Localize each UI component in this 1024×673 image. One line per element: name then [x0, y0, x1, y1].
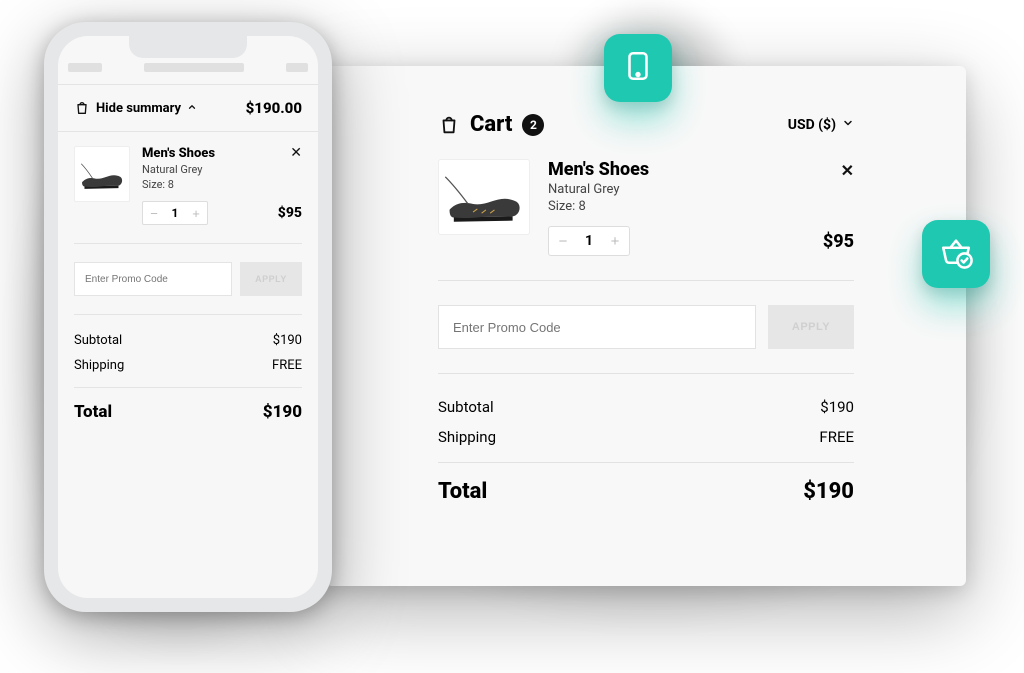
product-title: Men's Shoes [142, 146, 302, 161]
qty-value: 1 [577, 233, 601, 249]
shipping-value: FREE [272, 358, 302, 373]
line-price: $95 [278, 205, 302, 221]
divider [438, 462, 854, 463]
total-label: Total [438, 479, 487, 504]
summary-toggle-label: Hide summary [96, 101, 181, 116]
divider [438, 373, 854, 374]
product-color: Natural Grey [142, 163, 302, 176]
qty-value: 1 [165, 206, 185, 220]
divider [74, 243, 302, 244]
tablet-icon [621, 49, 655, 87]
shipping-label: Shipping [74, 358, 124, 373]
subtotal-label: Subtotal [438, 398, 494, 416]
product-color: Natural Grey [548, 182, 854, 197]
total-label: Total [74, 402, 112, 422]
mobile-device-frame: Hide summary $190.00 ✕ Men's Sh [44, 22, 332, 612]
shipping-value: FREE [819, 428, 854, 446]
placeholder-bar [68, 63, 102, 72]
summary-price: $190.00 [246, 99, 302, 117]
basket-check-icon [939, 235, 973, 273]
remove-item-button[interactable]: ✕ [841, 161, 854, 180]
product-title: Men's Shoes [548, 159, 854, 180]
qty-decrease-button[interactable]: − [143, 202, 165, 224]
quantity-stepper: − 1 + [548, 226, 630, 256]
chevron-up-icon [187, 102, 197, 115]
currency-selector[interactable]: USD ($) [788, 117, 854, 133]
divider [74, 387, 302, 388]
divider [438, 280, 854, 281]
divider [74, 314, 302, 315]
subtotal-value: $190 [273, 333, 302, 348]
apply-promo-button[interactable]: APPLY [240, 262, 302, 296]
cart-item: ✕ Men's Shoes Natural Grey Size: 8 − 1 +… [438, 159, 854, 256]
cart-title: Cart [470, 112, 512, 137]
apply-promo-button[interactable]: APPLY [768, 305, 854, 349]
qty-decrease-button[interactable]: − [549, 227, 577, 255]
currency-label: USD ($) [788, 117, 836, 133]
product-size: Size: 8 [142, 178, 302, 191]
cart-item: ✕ Men's Shoes Natural Grey Size: 8 − 1 +… [74, 146, 302, 225]
basket-check-badge [922, 220, 990, 288]
qty-increase-button[interactable]: + [185, 202, 207, 224]
shipping-label: Shipping [438, 428, 496, 446]
product-thumbnail [438, 159, 530, 235]
product-size: Size: 8 [548, 199, 854, 214]
quantity-stepper: − 1 + [142, 201, 208, 225]
subtotal-value: $190 [820, 398, 854, 416]
promo-code-input[interactable] [74, 262, 232, 296]
phone-notch [129, 36, 247, 58]
promo-code-input[interactable] [438, 305, 756, 349]
cart-count-badge: 2 [522, 114, 544, 136]
subtotal-label: Subtotal [74, 333, 122, 348]
mobile-screen: Hide summary $190.00 ✕ Men's Sh [58, 36, 318, 598]
remove-item-button[interactable]: ✕ [290, 146, 302, 160]
desktop-cart-card: Cart 2 USD ($) ✕ Men's S [326, 66, 966, 586]
bag-icon [438, 114, 460, 136]
placeholder-bar [144, 63, 244, 72]
chevron-down-icon [842, 117, 854, 133]
device-badge [604, 34, 672, 102]
summary-toggle-bar[interactable]: Hide summary $190.00 [58, 84, 318, 132]
total-value: $190 [803, 479, 854, 504]
placeholder-bar [286, 63, 308, 72]
line-price: $95 [823, 231, 854, 252]
qty-increase-button[interactable]: + [601, 227, 629, 255]
bag-icon [74, 100, 90, 116]
product-thumbnail [74, 146, 130, 202]
total-value: $190 [263, 402, 302, 422]
